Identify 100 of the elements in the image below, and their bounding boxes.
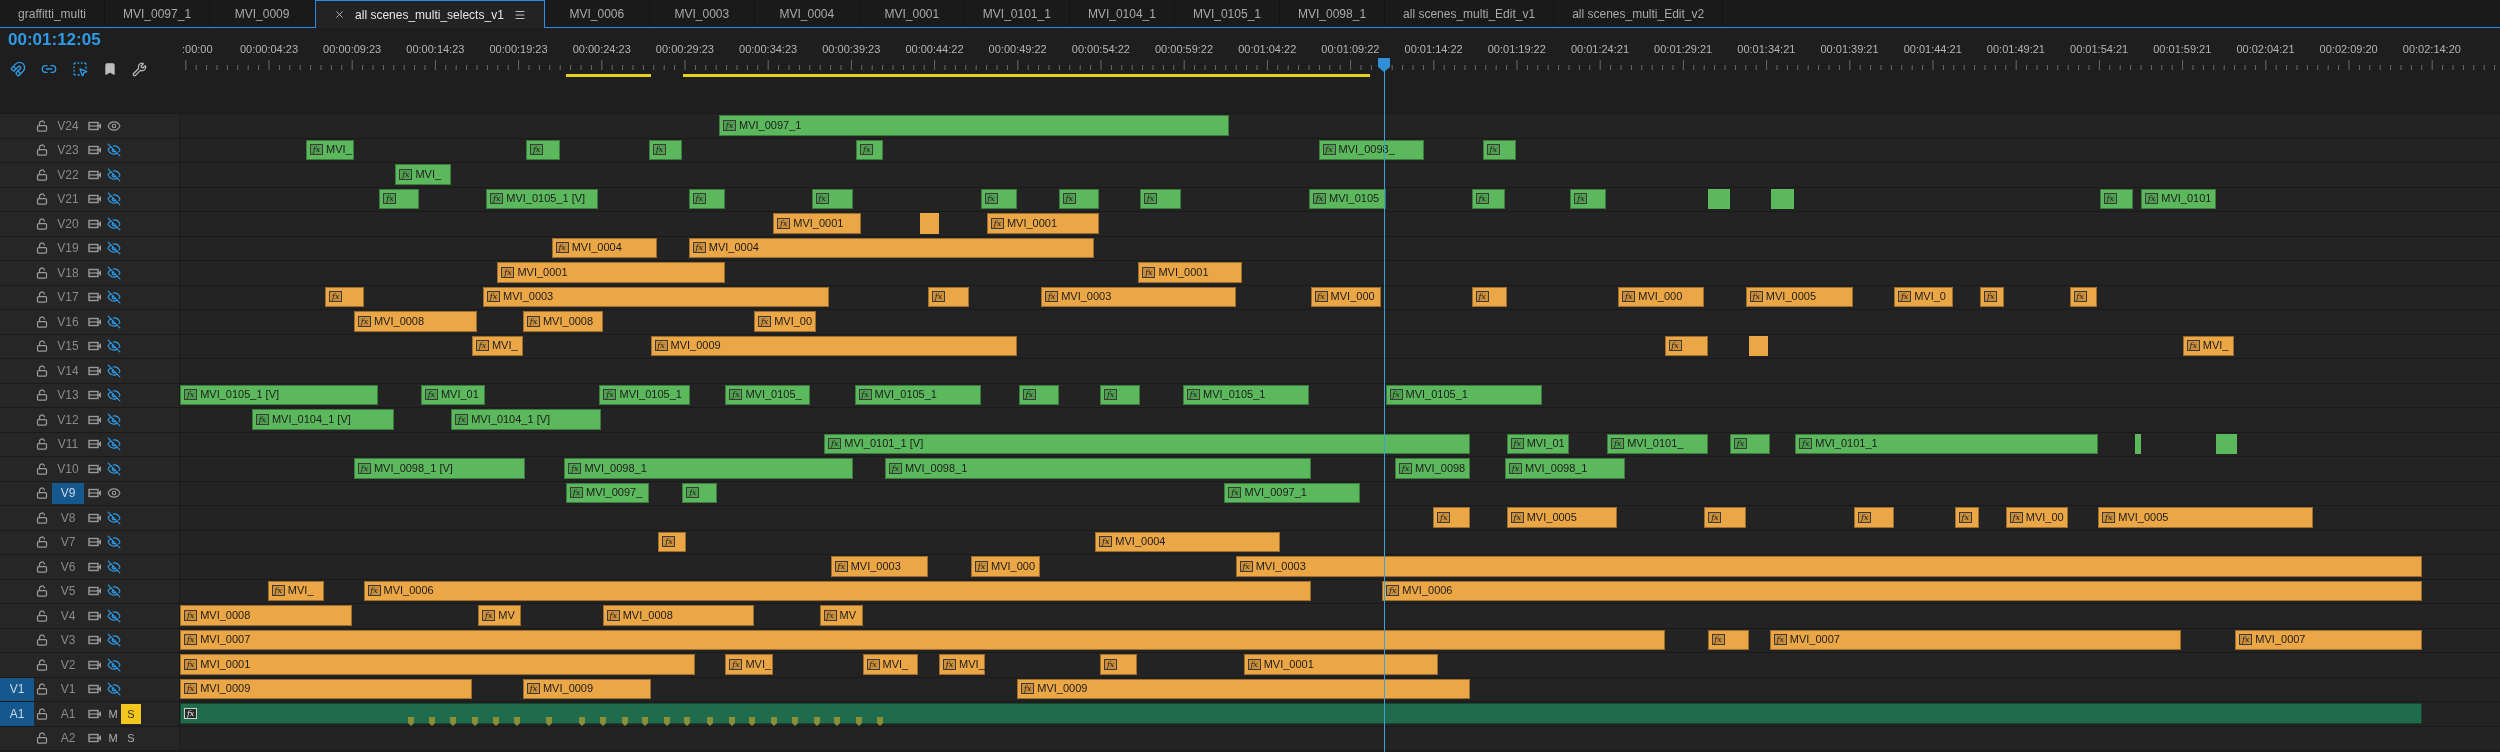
- tab[interactable]: MVI_0097_1: [105, 0, 211, 27]
- video-clip[interactable]: fx MVI_0008: [353, 311, 477, 332]
- video-clip[interactable]: fx: [688, 188, 726, 209]
- eye-off-icon[interactable]: [107, 388, 121, 403]
- track-name[interactable]: V15: [52, 335, 84, 357]
- lock-icon[interactable]: [36, 119, 48, 132]
- source-patch[interactable]: A1: [0, 702, 34, 726]
- video-clip[interactable]: fx: [1482, 139, 1517, 160]
- video-clip[interactable]: fx: [1100, 384, 1140, 405]
- video-clip[interactable]: fx MVI_0003: [1235, 556, 2422, 577]
- video-clip[interactable]: fx MVI_0097_1: [719, 115, 1230, 136]
- camera-icon[interactable]: [88, 243, 102, 254]
- eye-off-icon[interactable]: [107, 461, 121, 476]
- video-clip[interactable]: fx: [980, 188, 1018, 209]
- video-clip[interactable]: fx MVI_0009: [180, 678, 472, 699]
- video-clip[interactable]: fx: [1140, 188, 1182, 209]
- tab[interactable]: MVI_0006: [544, 0, 650, 27]
- eye-off-icon[interactable]: [107, 682, 121, 697]
- video-clip[interactable]: fx MVI_0006: [363, 580, 1311, 601]
- video-clip[interactable]: fx MVI_0005: [2098, 507, 2314, 528]
- video-clip[interactable]: fx MVI_0006: [1382, 580, 2422, 601]
- tab[interactable]: graffitti_multi: [0, 0, 105, 27]
- lock-icon[interactable]: [36, 438, 48, 451]
- tab[interactable]: MVI_0004: [754, 0, 860, 27]
- lock-icon[interactable]: [36, 560, 48, 573]
- lock-icon[interactable]: [36, 242, 48, 255]
- camera-icon[interactable]: [88, 218, 102, 229]
- lock-icon[interactable]: [36, 168, 48, 181]
- eye-off-icon[interactable]: [107, 216, 121, 231]
- tab[interactable]: all scenes_multi_selects_v1: [315, 0, 545, 28]
- video-clip[interactable]: fx MVI_0008: [602, 605, 755, 626]
- lock-icon[interactable]: [36, 217, 48, 230]
- camera-icon[interactable]: [88, 316, 102, 327]
- video-clip[interactable]: [2216, 433, 2237, 454]
- mute-button[interactable]: M: [107, 703, 119, 724]
- lock-icon[interactable]: [36, 291, 48, 304]
- video-clip[interactable]: fx MVI_: [471, 335, 523, 356]
- video-clip[interactable]: fx MVI_0004: [688, 237, 1094, 258]
- video-clip[interactable]: fx: [526, 139, 560, 160]
- track-name[interactable]: V9: [52, 482, 84, 504]
- camera-icon[interactable]: [88, 561, 102, 572]
- mute-button[interactable]: M: [107, 728, 119, 749]
- video-clip[interactable]: fx: [927, 286, 970, 307]
- video-clip[interactable]: fx MVI_01: [1506, 433, 1569, 454]
- lock-icon[interactable]: [36, 585, 48, 598]
- camera-icon[interactable]: [88, 635, 102, 646]
- eye-off-icon[interactable]: [107, 339, 121, 354]
- video-clip[interactable]: fx MVI_0105_1: [854, 384, 981, 405]
- track-name[interactable]: V4: [52, 605, 84, 627]
- track-name[interactable]: V21: [52, 188, 84, 210]
- video-clip[interactable]: fx MVI_0001: [1243, 654, 1439, 675]
- lock-icon[interactable]: [36, 413, 48, 426]
- video-clip[interactable]: fx MVI_: [939, 654, 986, 675]
- menu-icon[interactable]: [513, 8, 526, 21]
- video-clip[interactable]: fx MVI_0101_1 [V]: [824, 433, 1470, 454]
- camera-icon[interactable]: [88, 169, 102, 180]
- eye-off-icon[interactable]: [107, 584, 121, 599]
- camera-icon[interactable]: [88, 145, 102, 156]
- video-clip[interactable]: fx MVI_0: [1894, 286, 1954, 307]
- video-clip[interactable]: fx: [1433, 507, 1470, 528]
- tab[interactable]: MVI_0003: [649, 0, 755, 27]
- lock-icon[interactable]: [36, 634, 48, 647]
- track-name[interactable]: V22: [52, 164, 84, 186]
- video-clip[interactable]: fx MVI_0001: [180, 654, 696, 675]
- camera-icon[interactable]: [88, 512, 102, 523]
- video-clip[interactable]: fx MVI_0001: [497, 262, 726, 283]
- video-clip[interactable]: fx MVI_0005: [1745, 286, 1853, 307]
- video-clip[interactable]: fx MVI_0007: [1769, 629, 2182, 650]
- video-clip[interactable]: fx MVI_0005: [1506, 507, 1617, 528]
- eye-off-icon[interactable]: [107, 363, 121, 378]
- video-clip[interactable]: fx: [1018, 384, 1059, 405]
- video-clip[interactable]: fx MVI_0001: [986, 213, 1099, 234]
- camera-icon[interactable]: [88, 292, 102, 303]
- eye-off-icon[interactable]: [107, 412, 121, 427]
- selection-icon[interactable]: [72, 61, 88, 77]
- lock-icon[interactable]: [36, 340, 48, 353]
- lock-icon[interactable]: [36, 266, 48, 279]
- eye-off-icon[interactable]: [107, 437, 121, 452]
- track-name[interactable]: V20: [52, 213, 84, 235]
- eye-off-icon[interactable]: [107, 290, 121, 305]
- lock-icon[interactable]: [36, 364, 48, 377]
- video-clip[interactable]: fx MVI_: [862, 654, 919, 675]
- video-clip[interactable]: fx: [1100, 654, 1137, 675]
- video-clip[interactable]: [1771, 188, 1794, 209]
- track-name[interactable]: V19: [52, 237, 84, 259]
- video-clip[interactable]: fx: [2069, 286, 2097, 307]
- eye-off-icon[interactable]: [107, 657, 121, 672]
- camera-icon[interactable]: [88, 586, 102, 597]
- video-clip[interactable]: fx MVI_01: [420, 384, 485, 405]
- video-clip[interactable]: fx: [325, 286, 364, 307]
- playhead-handle[interactable]: [1378, 58, 1390, 72]
- video-clip[interactable]: fx MVI_0105_1: [1183, 384, 1309, 405]
- video-clip[interactable]: fx MVI_0098_1: [884, 458, 1311, 479]
- video-clip[interactable]: fx: [1707, 629, 1750, 650]
- video-clip[interactable]: fx MVI_0104_1 [V]: [451, 409, 602, 430]
- lock-icon[interactable]: [36, 707, 48, 720]
- video-clip[interactable]: fx: [811, 188, 853, 209]
- camera-icon[interactable]: [88, 684, 102, 695]
- track-name[interactable]: V24: [52, 115, 84, 137]
- video-clip[interactable]: fx MVI_0101: [2141, 188, 2217, 209]
